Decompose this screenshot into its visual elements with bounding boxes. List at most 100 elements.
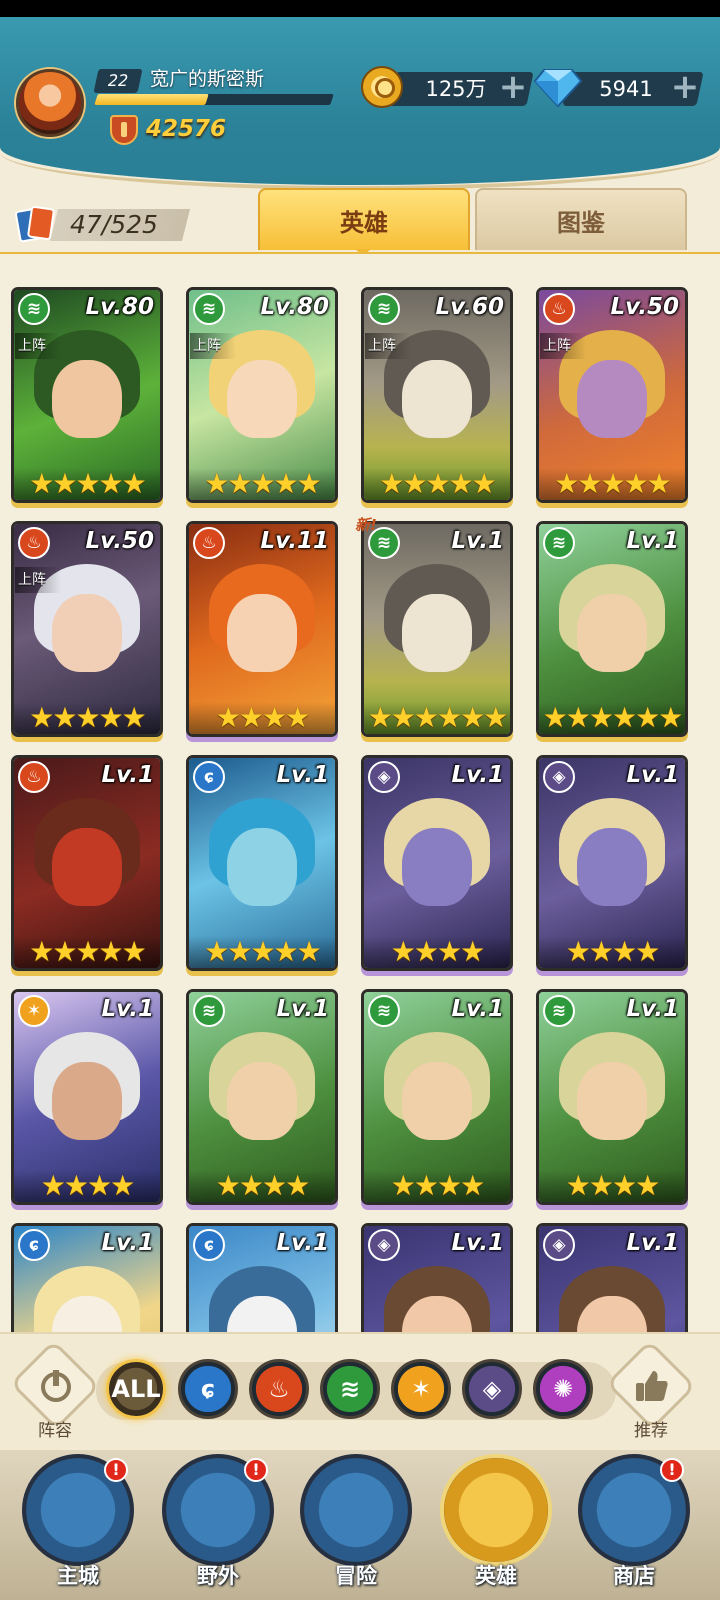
tab-codex[interactable]: 图鉴 — [475, 188, 687, 250]
power-icon — [41, 1370, 71, 1402]
filter-all-button[interactable]: ALL — [106, 1359, 166, 1419]
hero-card[interactable]: ɕLv.1★★★★ — [11, 1223, 163, 1332]
filter-water-icon[interactable]: ɕ — [178, 1359, 238, 1419]
hero-face — [402, 360, 472, 438]
lineup-label: 阵容 — [38, 1421, 72, 1441]
hero-level: Lv.1 — [101, 1230, 154, 1256]
hero-level: Lv.80 — [260, 294, 329, 320]
nav-button[interactable] — [440, 1454, 552, 1566]
notification-badge: ! — [104, 1458, 128, 1482]
hero-face — [52, 594, 122, 672]
hero-card[interactable]: ◈ Lv.1 ★★★★ — [361, 755, 513, 971]
power-shield-icon — [110, 115, 138, 145]
wood-element-icon: ≋ — [543, 995, 575, 1027]
hero-face — [402, 828, 472, 906]
dark-element-icon: ◈ — [368, 1229, 400, 1261]
gold-coin-icon — [361, 66, 403, 108]
player-power: 42576 — [146, 116, 227, 142]
star-rating: ★★★★★ — [14, 468, 160, 500]
star-rating: ★★★★★ — [189, 936, 335, 968]
hero-face — [577, 1062, 647, 1140]
wood-element-icon: ≋ — [193, 293, 225, 325]
hero-level: Lv.1 — [451, 1230, 504, 1256]
star-rating: ★★★★ — [189, 1170, 335, 1202]
hero-card[interactable]: ♨ Lv.50 上阵 ★★★★★ — [11, 521, 163, 737]
star-rating: ★★★★★ — [539, 468, 685, 500]
hero-card[interactable]: ≋ Lv.60 上阵 ★★★★★ — [361, 287, 513, 503]
hero-card[interactable]: ♨ Lv.50 上阵 ★★★★★ — [536, 287, 688, 503]
filter-wood-icon[interactable]: ≋ — [320, 1359, 380, 1419]
notification-badge: ! — [660, 1458, 684, 1482]
star-rating: ★★★★ — [539, 1170, 685, 1202]
hero-card[interactable]: ◈Lv.1★★★★ — [536, 755, 688, 971]
hero-card[interactable]: ≋ Lv.1 ★★★★ — [361, 989, 513, 1205]
star-rating: ★★★★ — [364, 1170, 510, 1202]
star-rating: ★★★★★ — [364, 468, 510, 500]
deployed-tag: 上阵 — [190, 333, 236, 359]
gold-amount: 125万 — [425, 77, 487, 101]
hero-face — [577, 594, 647, 672]
add-diamond-button[interactable]: + — [668, 70, 702, 106]
hero-card[interactable]: ♨ Lv.1 ★★★★★ — [11, 755, 163, 971]
dark-element-icon: ◈ — [543, 1229, 575, 1261]
hero-level: Lv.1 — [451, 762, 504, 788]
hero-face — [227, 828, 297, 906]
hero-card[interactable]: ≋ Lv.80 上阵 ★★★★★ — [186, 287, 338, 503]
dark-element-icon: ◈ — [368, 761, 400, 793]
hero-card[interactable]: ≋ Lv.1 ★★★★★★ — [361, 521, 513, 737]
dark-element-icon: ◈ — [543, 761, 575, 793]
hero-card[interactable]: ♨ Lv.11 ★★★★ — [186, 521, 338, 737]
star-rating: ★★★★ — [14, 1170, 160, 1202]
hero-card[interactable]: ≋ Lv.80 上阵 ★★★★★ — [11, 287, 163, 503]
water-element-icon: ɕ — [193, 761, 225, 793]
deployed-tag: 上阵 — [540, 333, 586, 359]
wood-element-icon: ≋ — [368, 995, 400, 1027]
filter-dark-icon[interactable]: ◈ — [462, 1359, 522, 1419]
hero-level: Lv.11 — [260, 528, 329, 554]
hero-grid[interactable]: ≋ Lv.80 上阵 ★★★★★ ≋ Lv.80 上阵 ★★★★★ ≋ Lv.60 上阵 ★★★★★ ♨… — [0, 252, 720, 1332]
star-rating: ★★★★★ — [189, 468, 335, 500]
hero-card[interactable]: ≋ Lv.1 ★★★★ — [536, 989, 688, 1205]
hero-card[interactable]: ✶ Lv.1 ★★★★ — [11, 989, 163, 1205]
nav-label: 冒险 — [335, 1564, 377, 1588]
notification-badge: ! — [244, 1458, 268, 1482]
hero-card[interactable]: ɕ Lv.1 ★★★★★ — [186, 755, 338, 971]
filter-chaos-icon[interactable]: ✺ — [533, 1359, 593, 1419]
recommend-label: 推荐 — [634, 1421, 668, 1441]
nav-label: 商店 — [613, 1564, 655, 1588]
hero-level: Lv.50 — [85, 528, 154, 554]
hero-card[interactable]: ≋ Lv.1 ★★★★★★ — [536, 521, 688, 737]
nav-button[interactable] — [300, 1454, 412, 1566]
wood-element-icon: ≋ — [193, 995, 225, 1027]
star-rating: ★★★★ — [364, 936, 510, 968]
star-rating: ★★★★★ — [14, 936, 160, 968]
player-name: 宽广的斯密斯 — [150, 68, 265, 90]
hero-level: Lv.1 — [626, 996, 679, 1022]
deployed-tag: 上阵 — [15, 567, 61, 593]
hero-level: Lv.1 — [276, 1230, 329, 1256]
deployed-tag: 上阵 — [365, 333, 411, 359]
hero-card[interactable]: ◈Lv.1★★★★ — [361, 1223, 513, 1332]
fire-element-icon: ♨ — [18, 527, 50, 559]
star-rating: ★★★★★★ — [364, 702, 510, 734]
hero-level: Lv.1 — [626, 762, 679, 788]
add-gold-button[interactable]: + — [496, 70, 530, 106]
hero-level: Lv.80 — [85, 294, 154, 320]
filter-fire-icon[interactable]: ♨ — [249, 1359, 309, 1419]
new-hero-tag: 新! — [355, 516, 377, 534]
hero-face — [577, 828, 647, 906]
deployed-tag: 上阵 — [15, 333, 61, 359]
hero-card[interactable]: ɕLv.1★★★★ — [186, 1223, 338, 1332]
hero-card[interactable]: ◈Lv.1★★★★ — [536, 1223, 688, 1332]
wood-element-icon: ≋ — [543, 527, 575, 559]
hero-card[interactable]: ≋ Lv.1 ★★★★ — [186, 989, 338, 1205]
nav-label: 野外 — [197, 1564, 239, 1588]
hero-level: Lv.1 — [101, 996, 154, 1022]
hero-level: Lv.1 — [101, 762, 154, 788]
xp-bar-fill — [94, 94, 209, 105]
hero-face — [52, 1062, 122, 1140]
diamond-amount: 5941 — [599, 77, 653, 101]
player-avatar[interactable] — [16, 69, 84, 137]
tab-heroes[interactable]: 英雄 — [258, 188, 470, 250]
filter-light-icon[interactable]: ✶ — [391, 1359, 451, 1419]
